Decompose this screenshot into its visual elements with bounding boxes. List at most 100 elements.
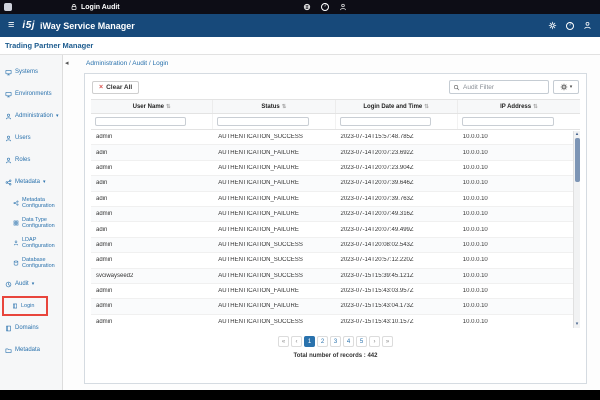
table-row: svciwayseed2 AUTHENTICATION_SUCCESS 2023… (91, 268, 580, 284)
cell-login-date: 2023-07-14T20:07:39.763Z (340, 195, 414, 202)
sidebar-item-systems[interactable]: Systems (0, 61, 62, 83)
cell-status: AUTHENTICATION_FAILURE (218, 288, 299, 295)
sidebar-collapse-icon[interactable]: ◂ (65, 59, 69, 67)
cell-username: adin (96, 226, 108, 233)
clear-icon: × (99, 83, 104, 91)
page-4-button[interactable]: 4 (343, 336, 354, 347)
cell-login-date: 2023-07-14T20:57:12.220Z (340, 257, 414, 264)
cell-login-date: 2023-07-15T15:43:04.173Z (340, 303, 414, 310)
sidebar-item-database-configuration[interactable]: Database Configuration (0, 253, 62, 273)
sidebar-item-environments[interactable]: Environments (0, 83, 62, 105)
toolbar: × Clear All ▾ (85, 74, 586, 99)
cell-username: admin (96, 134, 113, 141)
sidebar-item-metadata[interactable]: Metadata ▾ (0, 171, 62, 193)
table-scrollbar[interactable]: ▴ ▾ (573, 131, 580, 328)
cell-status: AUTHENTICATION_FAILURE (218, 164, 299, 171)
titlebar-icons: ? (303, 0, 347, 14)
sidebar-item-metadata-configuration[interactable]: Metadata Configuration (0, 193, 62, 213)
pagination: « ‹ 1 2 3 4 5 › » (85, 336, 586, 347)
share-icon (13, 200, 19, 206)
chevron-down-icon: ▾ (43, 179, 46, 185)
user-icon[interactable] (339, 3, 347, 11)
user-icon (6, 157, 11, 163)
cell-ip: 10.0.0.10 (462, 134, 488, 141)
table-row: admin AUTHENTICATION_FAILURE 2023-07-14T… (91, 161, 580, 177)
help-icon[interactable]: ? (321, 3, 329, 11)
sidebar-item-login[interactable]: Login (2, 296, 48, 316)
cell-login-date: 2023-07-14T20:08:02.543Z (340, 241, 414, 248)
sidebar-item-users[interactable]: Users (0, 127, 62, 149)
page-3-button[interactable]: 3 (330, 336, 341, 347)
sidebar-item-ldap-configuration[interactable]: LDAP Configuration (0, 233, 62, 253)
sidebar-item-metadata-2[interactable]: Metadata (0, 339, 62, 361)
app-title: iWay Service Manager (40, 20, 135, 31)
audit-filter-search (449, 80, 549, 94)
cell-status: AUTHENTICATION_FAILURE (218, 149, 299, 156)
breadcrumb[interactable]: Administration / Audit / Login (86, 60, 168, 67)
cell-username: admin (96, 288, 113, 295)
cell-ip: 10.0.0.10 (462, 195, 488, 202)
sidebar-item-data-type-configuration[interactable]: Data Type Configuration (0, 213, 62, 233)
globe-icon[interactable] (303, 3, 311, 11)
cell-login-date: 2023-07-14T15:57:48.785Z (340, 134, 414, 141)
login-date-filter-input[interactable] (339, 117, 431, 126)
cell-login-date: 2023-07-14T20:07:23.904Z (340, 164, 414, 171)
cell-login-date: 2023-07-15T15:43:10.157Z (340, 318, 414, 325)
cell-status: AUTHENTICATION_SUCCESS (218, 134, 303, 141)
filter-row (91, 114, 580, 130)
page-prev-button[interactable]: ‹ (291, 336, 302, 347)
clock-icon (5, 281, 12, 287)
page-next-button[interactable]: › (369, 336, 380, 347)
scroll-up-icon[interactable]: ▴ (576, 131, 579, 138)
cell-username: admin (96, 257, 113, 264)
clear-all-button[interactable]: × Clear All (92, 80, 140, 94)
sort-icon: ⇅ (533, 103, 538, 110)
cell-login-date: 2023-07-14T20:07:49.316Z (340, 211, 414, 218)
help-icon[interactable]: ? (566, 21, 574, 30)
share-icon (5, 179, 12, 185)
table-row: adin AUTHENTICATION_FAILURE 2023-07-14T2… (91, 145, 580, 161)
username-filter-input[interactable] (95, 117, 187, 126)
table-row: admin AUTHENTICATION_FAILURE 2023-07-15T… (91, 299, 580, 315)
sidebar-item-audit[interactable]: Audit ▾ (0, 273, 62, 295)
cell-username: adin (96, 149, 108, 156)
audit-filter-input[interactable] (450, 81, 548, 93)
cell-status: AUTHENTICATION_SUCCESS (218, 272, 303, 279)
column-header-status[interactable]: Status ⇅ (213, 100, 336, 113)
audit-table: User Name ⇅ Status ⇅ Login Date and Time… (91, 99, 580, 328)
table-body: admin AUTHENTICATION_SUCCESS 2023-07-14T… (91, 130, 580, 328)
page-last-button[interactable]: » (382, 336, 393, 347)
column-header-login-date[interactable]: Login Date and Time ⇅ (336, 100, 458, 113)
sidebar: Systems Environments Administration ▾ Us… (0, 55, 63, 390)
chevron-down-icon: ▾ (569, 84, 573, 90)
cell-ip: 10.0.0.10 (462, 149, 488, 156)
sidebar-item-domains[interactable]: Domains (0, 317, 62, 339)
database-icon (13, 260, 19, 266)
column-header-username[interactable]: User Name ⇅ (91, 100, 214, 113)
gear-icon[interactable] (548, 21, 557, 30)
menu-icon[interactable]: ≡ (8, 20, 14, 31)
table-row: admin AUTHENTICATION_FAILURE 2023-07-15T… (91, 284, 580, 300)
cell-username: svciwayseed2 (96, 272, 134, 279)
user-icon[interactable] (583, 21, 592, 30)
page-first-button[interactable]: « (278, 336, 289, 347)
chevron-down-icon: ▾ (31, 281, 35, 287)
window-title: Login Audit (81, 3, 120, 11)
page-5-button[interactable]: 5 (356, 336, 367, 347)
status-filter-input[interactable] (217, 117, 309, 126)
column-header-ip[interactable]: IP Address ⇅ (458, 100, 580, 113)
scrollbar-thumb[interactable] (574, 138, 580, 182)
book-icon (6, 325, 11, 331)
sidebar-item-administration[interactable]: Administration ▾ (0, 105, 62, 127)
scroll-down-icon[interactable]: ▾ (576, 321, 579, 328)
cell-ip: 10.0.0.10 (462, 164, 488, 171)
filter-options-button[interactable]: ▾ (553, 80, 579, 94)
ip-filter-input[interactable] (461, 117, 554, 126)
window-titlebar: Login Audit ? (0, 0, 600, 14)
cell-ip: 10.0.0.10 (462, 226, 488, 233)
page-1-button[interactable]: 1 (304, 336, 315, 347)
sidebar-item-roles[interactable]: Roles (0, 149, 62, 171)
table-row: admin AUTHENTICATION_SUCCESS 2023-07-14T… (91, 237, 580, 254)
lock-icon (71, 4, 77, 10)
page-2-button[interactable]: 2 (317, 336, 328, 347)
